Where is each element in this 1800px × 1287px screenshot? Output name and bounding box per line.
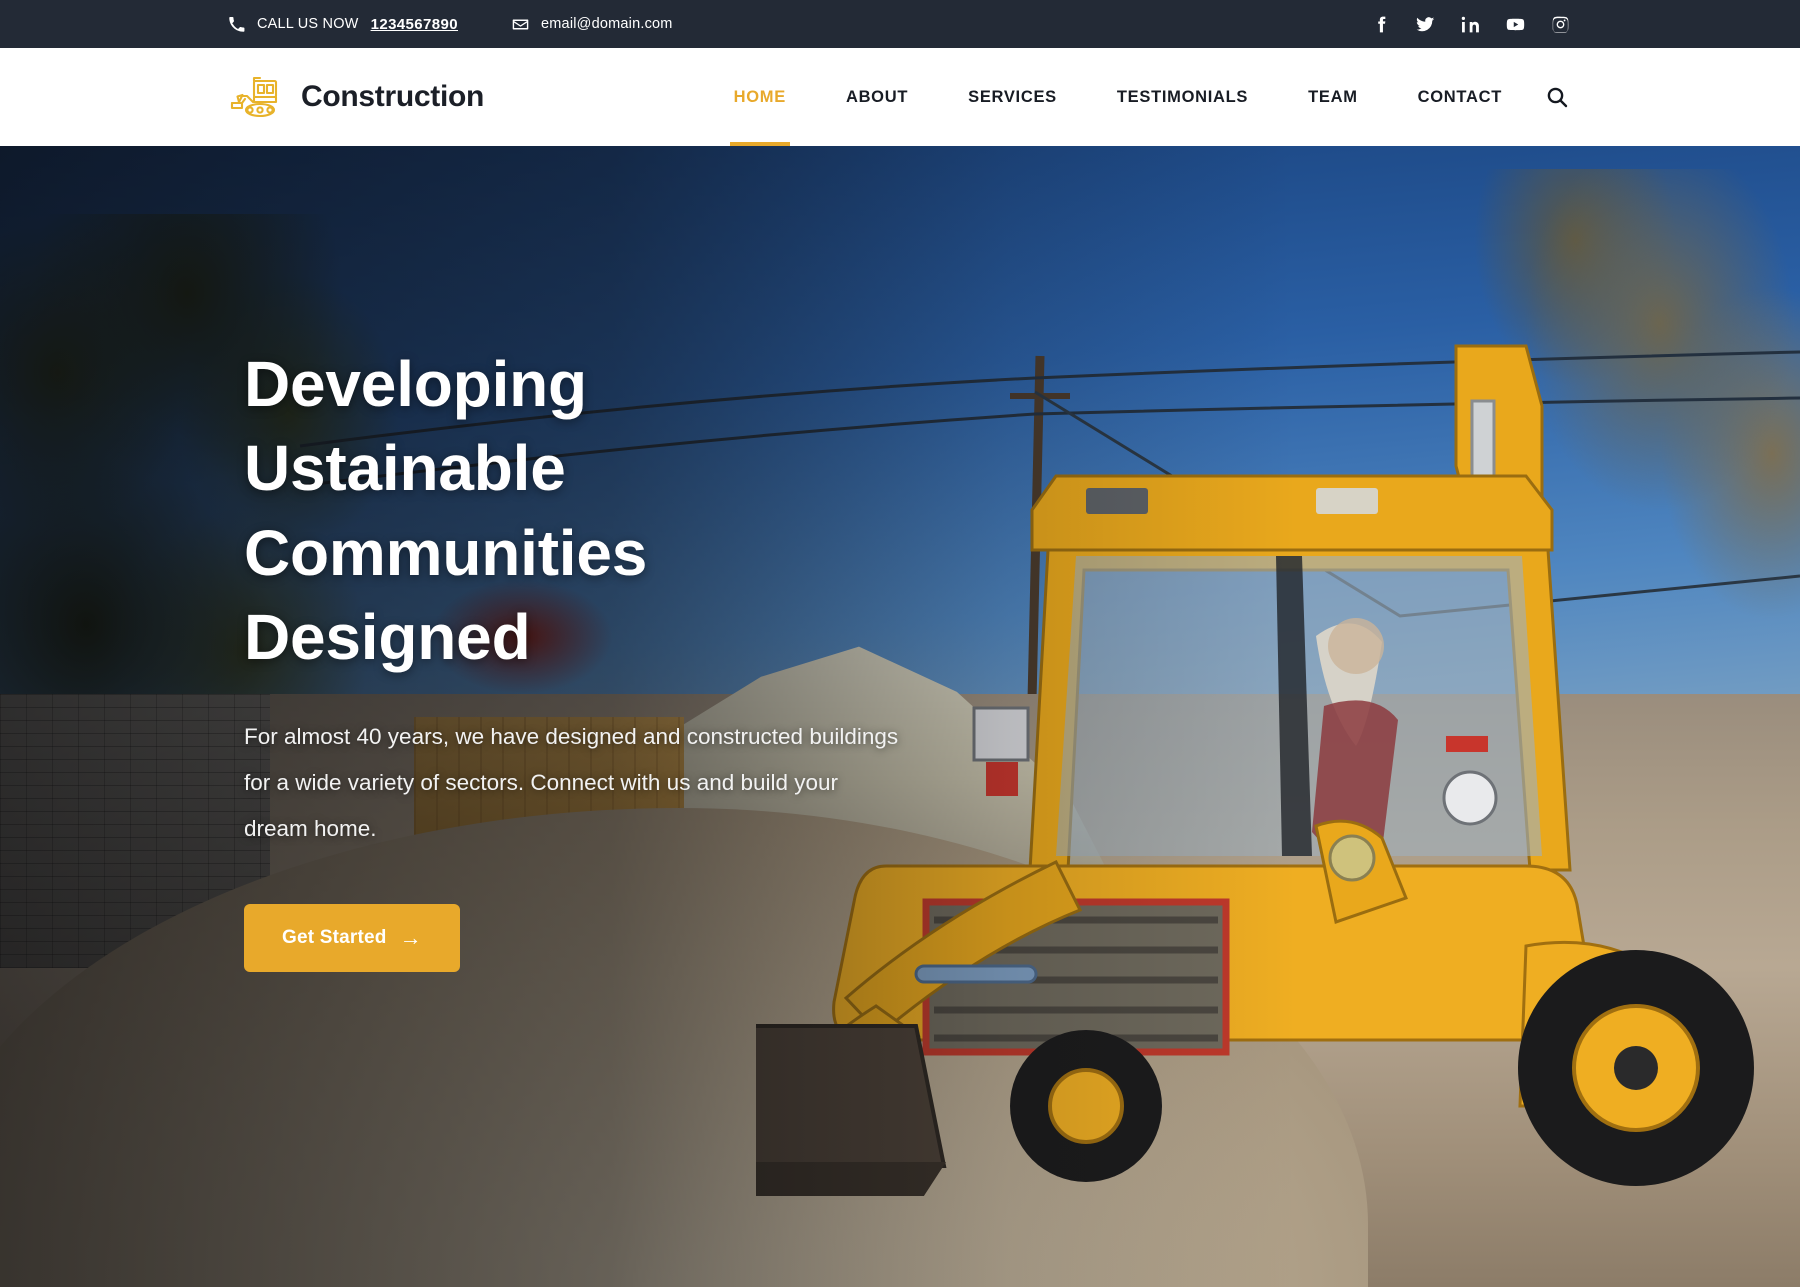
hero-title-line-2: Ustainable — [244, 432, 566, 505]
nav-item-home[interactable]: HOME — [734, 48, 786, 146]
nav-item-about[interactable]: ABOUT — [846, 48, 908, 146]
youtube-icon[interactable] — [1506, 15, 1525, 34]
get-started-button[interactable]: Get Started → — [244, 904, 460, 973]
phone-icon — [228, 16, 245, 33]
phone-contact[interactable]: CALL US NOW 1234567890 — [228, 16, 458, 33]
hero-title: Developing Ustainable Communities Design… — [244, 342, 1004, 680]
hero-title-line-3: Communities — [244, 516, 648, 589]
nav-item-services[interactable]: SERVICES — [968, 48, 1057, 146]
nav-item-contact[interactable]: CONTACT — [1418, 48, 1502, 146]
instagram-icon[interactable] — [1551, 15, 1570, 34]
phone-number[interactable]: 1234567890 — [371, 16, 458, 33]
social-links — [1371, 15, 1570, 34]
phone-label: CALL US NOW — [257, 16, 359, 32]
email-contact[interactable]: email@domain.com — [512, 16, 673, 33]
hero-section: Developing Ustainable Communities Design… — [0, 146, 1800, 1287]
main-nav: HOME ABOUT SERVICES TESTIMONIALS TEAM CO… — [734, 48, 1570, 146]
top-contact-bar: CALL US NOW 1234567890 email@domain.com — [0, 0, 1800, 48]
nav-item-testimonials[interactable]: TESTIMONIALS — [1117, 48, 1248, 146]
search-icon[interactable] — [1544, 84, 1570, 110]
envelope-icon — [512, 16, 529, 33]
hero-content: Developing Ustainable Communities Design… — [244, 342, 1004, 973]
facebook-icon[interactable] — [1371, 15, 1390, 34]
logo-text: Construction — [301, 80, 485, 113]
hero-subtitle: For almost 40 years, we have designed an… — [244, 723, 899, 842]
linkedin-icon[interactable] — [1461, 15, 1480, 34]
site-header: Construction HOME ABOUT SERVICES TESTIMO… — [0, 48, 1800, 146]
bulldozer-icon — [228, 74, 290, 120]
nav-item-team[interactable]: TEAM — [1308, 48, 1358, 146]
hero-title-line-4: Designed — [244, 601, 531, 674]
twitter-icon[interactable] — [1416, 15, 1435, 34]
get-started-label: Get Started — [282, 927, 387, 949]
arrow-right-icon: → — [399, 925, 422, 951]
hero-title-line-1: Developing — [244, 348, 587, 420]
site-logo[interactable]: Construction — [228, 74, 484, 120]
email-address[interactable]: email@domain.com — [541, 16, 673, 32]
